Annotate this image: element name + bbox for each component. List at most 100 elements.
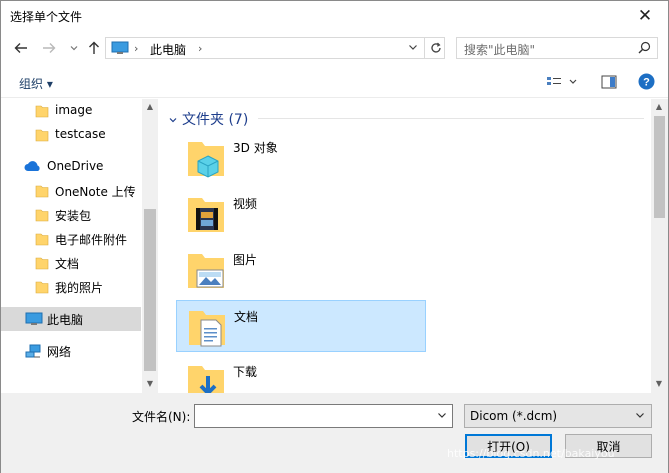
preview-pane-icon <box>601 75 617 89</box>
content-scroll-thumb[interactable] <box>654 116 665 218</box>
dialog-title: 选择单个文件 <box>10 10 83 24</box>
content-scrollbar[interactable]: ▲ ▼ <box>651 99 668 393</box>
arrow-right-icon <box>43 43 56 53</box>
sidebar-item-label: 网络 <box>47 345 72 359</box>
sidebar-scrollbar[interactable]: ▲ ▼ <box>142 99 158 393</box>
documents-folder-icon <box>187 303 227 352</box>
3d-objects-folder-icon <box>186 134 226 183</box>
folder-label: 图片 <box>233 253 258 267</box>
sidebar-item-label: 安装包 <box>55 209 92 223</box>
folder-icon <box>35 280 49 297</box>
folder-item-pictures[interactable]: 图片 <box>176 244 426 296</box>
chevron-down-icon <box>70 46 78 51</box>
folder-item-documents[interactable]: 文档 <box>176 300 426 352</box>
view-options-button[interactable] <box>546 75 580 92</box>
filename-label: 文件名(N): <box>132 410 191 424</box>
file-list: 文件夹 (7) 3D 对象 视频 图片 文档 下载 ▲ ▼ <box>158 99 668 393</box>
sidebar-item-label: 电子邮件附件 <box>55 233 128 247</box>
filename-dropdown-icon[interactable] <box>437 410 447 423</box>
cloud-icon <box>24 160 42 175</box>
sidebar-item-label: 我的照片 <box>55 281 104 295</box>
breadcrumb-separator: › <box>134 42 139 55</box>
sidebar-item-testcase[interactable]: testcase <box>1 123 141 147</box>
watermark-text: https://blog.csdn.net/bakaiyou <box>447 447 615 460</box>
folder-label: 视频 <box>233 197 258 211</box>
sidebar-item-label: OneNote 上传 <box>55 185 136 199</box>
sidebar-item-onenote[interactable]: OneNote 上传 <box>1 179 141 203</box>
svg-text:?: ? <box>643 77 650 89</box>
file-open-dialog: 选择单个文件 ✕ › 此电脑 › 搜索"此电脑" 组织 ▾ ? image te… <box>0 0 669 473</box>
scroll-down-arrow-icon[interactable]: ▼ <box>651 379 667 388</box>
file-type-value: Dicom (*.dcm) <box>470 409 558 423</box>
sidebar-item-label: 文档 <box>55 257 80 271</box>
group-title: 文件夹 (7) <box>182 112 249 128</box>
address-bar[interactable]: › 此电脑 › <box>105 37 445 59</box>
folder-icon <box>35 128 49 145</box>
search-box[interactable]: 搜索"此电脑" <box>456 37 658 59</box>
breadcrumb-separator[interactable]: › <box>198 42 202 55</box>
recent-locations-button[interactable] <box>64 37 84 59</box>
folders-group-header[interactable]: 文件夹 (7) <box>168 109 248 129</box>
folder-label: 文档 <box>234 310 259 324</box>
scroll-down-arrow-icon[interactable]: ▼ <box>142 379 158 388</box>
refresh-button[interactable] <box>424 38 446 58</box>
chevron-collapse-icon <box>169 118 177 123</box>
help-icon: ? <box>638 73 655 90</box>
folder-item-3d-objects[interactable]: 3D 对象 <box>176 132 426 184</box>
group-divider <box>258 118 644 119</box>
folder-icon <box>35 104 49 121</box>
view-list-icon <box>547 77 577 85</box>
sidebar-item-label: testcase <box>55 127 106 141</box>
pc-icon <box>25 312 43 329</box>
up-button[interactable] <box>84 37 104 59</box>
navigation-pane: image testcase OneDrive OneNote 上传 安装包 电… <box>1 99 158 393</box>
file-type-select[interactable]: Dicom (*.dcm) <box>464 404 652 428</box>
command-bar: 组织 ▾ ? <box>1 67 668 98</box>
folder-icon <box>35 256 49 273</box>
folder-icon <box>35 208 49 225</box>
scroll-up-arrow-icon[interactable]: ▲ <box>651 102 667 111</box>
downloads-folder-icon <box>186 358 226 393</box>
folder-label: 下载 <box>233 365 258 379</box>
folder-icon <box>35 184 49 201</box>
breadcrumb-location[interactable]: 此电脑 <box>150 41 186 58</box>
sidebar-item-label: image <box>55 103 93 117</box>
refresh-icon <box>430 42 441 53</box>
search-icon[interactable] <box>638 41 651 57</box>
preview-pane-button[interactable] <box>601 75 617 92</box>
back-button[interactable] <box>11 37 31 59</box>
pc-icon <box>111 41 129 58</box>
filename-field[interactable] <box>194 404 453 428</box>
address-dropdown-icon[interactable] <box>408 42 418 55</box>
sidebar-item-installers[interactable]: 安装包 <box>1 203 141 227</box>
sidebar-item-label: OneDrive <box>47 159 104 173</box>
sidebar-item-onedrive[interactable]: OneDrive <box>1 155 141 179</box>
title-bar: 选择单个文件 ✕ <box>1 1 668 31</box>
close-button[interactable]: ✕ <box>622 1 668 31</box>
sidebar-item-email-attachments[interactable]: 电子邮件附件 <box>1 227 141 251</box>
pictures-folder-icon <box>186 246 226 295</box>
arrow-up-icon <box>89 41 99 54</box>
search-placeholder[interactable]: 搜索"此电脑" <box>464 41 535 58</box>
sidebar-item-documents[interactable]: 文档 <box>1 251 141 275</box>
close-icon: ✕ <box>637 6 653 26</box>
folder-icon <box>35 232 49 249</box>
help-button[interactable]: ? <box>638 73 655 93</box>
sidebar-item-this-pc[interactable]: 此电脑 <box>1 307 141 331</box>
arrow-left-icon <box>14 43 27 53</box>
sidebar-item-image[interactable]: image <box>1 99 141 123</box>
sidebar-item-network[interactable]: 网络 <box>1 339 141 363</box>
folder-label: 3D 对象 <box>233 141 278 155</box>
scroll-up-arrow-icon[interactable]: ▲ <box>142 102 158 111</box>
sidebar-item-my-photos[interactable]: 我的照片 <box>1 275 141 299</box>
dialog-footer: 文件名(N): Dicom (*.dcm) 打开(O) 取消 <box>1 393 668 473</box>
sidebar-scroll-thumb[interactable] <box>144 209 156 371</box>
folder-item-videos[interactable]: 视频 <box>176 188 426 240</box>
folder-item-downloads[interactable]: 下载 <box>176 356 426 393</box>
sidebar-item-label: 此电脑 <box>47 313 84 327</box>
videos-folder-icon <box>186 190 226 239</box>
file-type-dropdown-icon[interactable] <box>635 410 645 423</box>
network-icon <box>25 344 43 363</box>
organize-button[interactable]: 组织 ▾ <box>19 75 53 92</box>
forward-button[interactable] <box>39 37 59 59</box>
